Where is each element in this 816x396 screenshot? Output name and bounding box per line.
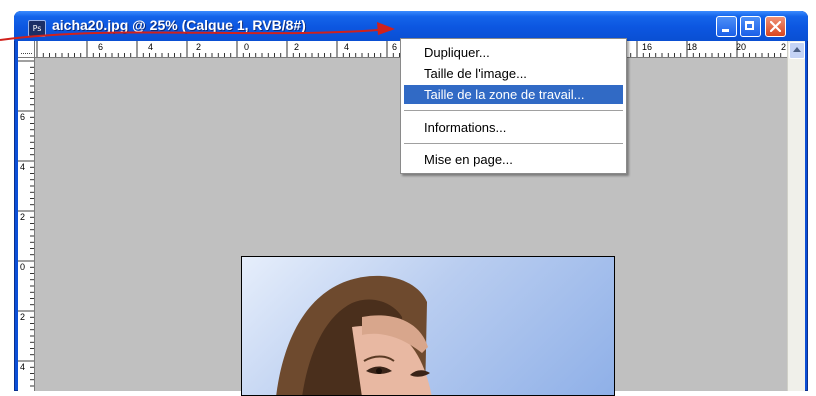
ruler-origin[interactable]	[18, 41, 35, 58]
ruler-label: 4	[20, 162, 25, 172]
portrait-photo	[276, 275, 432, 395]
menu-item-canvas-size[interactable]: Taille de la zone de travail...	[404, 85, 623, 104]
context-menu: Dupliquer... Taille de l'image... Taille…	[400, 38, 627, 174]
ruler-label: 2	[196, 42, 201, 52]
close-icon	[770, 21, 781, 32]
ruler-label: 6	[20, 112, 25, 122]
ruler-label: 16	[642, 42, 652, 52]
ruler-label: 2	[20, 212, 25, 222]
ruler-ticks	[18, 60, 34, 387]
close-button[interactable]	[765, 16, 786, 37]
menu-item-info[interactable]: Informations...	[404, 118, 623, 137]
ruler-label: 18	[687, 42, 697, 52]
ruler-label: 2	[294, 42, 299, 52]
photoshop-app-icon[interactable]: Ps	[28, 20, 46, 37]
menu-item-image-size[interactable]: Taille de l'image...	[404, 64, 623, 83]
ruler-label: 4	[20, 362, 25, 372]
menu-separator	[404, 110, 623, 111]
title-bar[interactable]: Ps aicha20.jpg @ 25% (Calque 1, RVB/8#)	[14, 11, 808, 41]
ruler-label: 20	[736, 42, 746, 52]
window-title: aicha20.jpg @ 25% (Calque 1, RVB/8#)	[52, 17, 306, 33]
menu-item-duplicate[interactable]: Dupliquer...	[404, 43, 623, 62]
ruler-label: 4	[148, 42, 153, 52]
ruler-label: 0	[20, 262, 25, 272]
menu-separator	[404, 143, 623, 144]
minimize-button[interactable]	[716, 16, 737, 37]
maximize-button[interactable]	[740, 16, 761, 37]
vertical-scrollbar[interactable]	[787, 41, 805, 391]
menu-item-page-setup[interactable]: Mise en page...	[404, 150, 623, 169]
vertical-ruler[interactable]: 6 4 2 0 2 4	[18, 58, 35, 391]
image-canvas[interactable]	[241, 256, 615, 396]
ruler-label: 4	[344, 42, 349, 52]
ruler-labels: 6 4 2 0 2 4	[20, 112, 25, 372]
ruler-label: 6	[98, 42, 103, 52]
ruler-label: 2	[781, 42, 786, 52]
ruler-label: 6	[392, 42, 397, 52]
scroll-up-button[interactable]	[789, 42, 805, 59]
ruler-label: 0	[244, 42, 249, 52]
ruler-label: 2	[20, 312, 25, 322]
